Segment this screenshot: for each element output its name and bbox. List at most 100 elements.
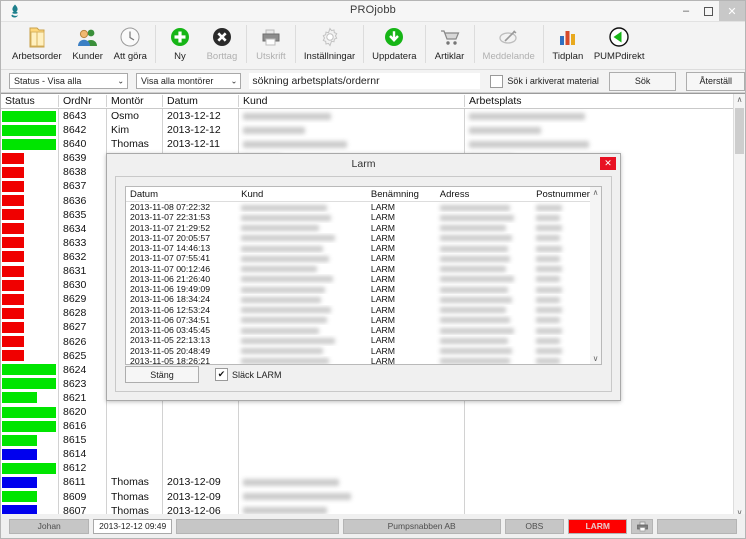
table-row[interactable]: 8612: [1, 461, 745, 476]
larm-row[interactable]: 2013-11-08 07:22:32 LARM: [126, 202, 601, 212]
cell-kund: [239, 461, 465, 476]
larm-scroll-down-icon[interactable]: ∨: [590, 353, 601, 364]
toolbar-att-gora[interactable]: Att göra: [109, 22, 152, 67]
larm-column-header-benamning[interactable]: Benämning: [367, 189, 436, 200]
cell-ordnr: 8620: [59, 404, 107, 420]
redacted-text: [536, 327, 563, 334]
toolbar-installningar[interactable]: Inställningar: [299, 22, 360, 67]
larm-column-header-kund[interactable]: Kund: [237, 189, 367, 200]
status-larm[interactable]: LARM: [568, 518, 628, 534]
cell-ordnr: 8623: [59, 376, 107, 391]
larm-row[interactable]: 2013-11-05 22:13:13 LARM: [126, 335, 601, 345]
table-row[interactable]: 8620: [1, 404, 745, 420]
redacted-text: [536, 245, 563, 252]
larm-row[interactable]: 2013-11-06 18:34:24 LARM: [126, 294, 601, 304]
status-obs[interactable]: OBS: [504, 518, 565, 534]
column-header-montor[interactable]: Montör: [107, 95, 163, 107]
column-header-datum[interactable]: Datum: [163, 95, 239, 107]
larm-row[interactable]: 2013-11-07 07:55:41 LARM: [126, 253, 601, 263]
toolbar-kunder[interactable]: Kunder: [67, 22, 109, 67]
search-input[interactable]: sökning arbetsplats/ordernr: [249, 73, 481, 89]
cell-montor: Kim: [107, 123, 163, 138]
slack-larm-checkbox[interactable]: ✔: [215, 368, 228, 381]
larm-row[interactable]: 2013-11-07 00:12:46 LARM: [126, 264, 601, 274]
larm-row[interactable]: 2013-11-06 12:53:24 LARM: [126, 305, 601, 315]
table-row[interactable]: 8614: [1, 447, 745, 462]
larm-row[interactable]: 2013-11-06 21:26:40 LARM: [126, 274, 601, 284]
larm-cell-benamning: LARM: [370, 345, 396, 356]
table-row[interactable]: 8615: [1, 433, 745, 448]
cell-ordnr: 8635: [59, 207, 107, 222]
status-filter-select[interactable]: Status - Visa alla ⌄: [9, 73, 129, 89]
redacted-text: [536, 214, 561, 221]
cell-kund: [239, 489, 465, 504]
column-header-ordnr[interactable]: OrdNr: [59, 95, 107, 107]
cell-ordnr: 8639: [59, 151, 107, 166]
toolbar-artiklar[interactable]: Artiklar: [429, 22, 471, 67]
column-header-status[interactable]: Status: [1, 95, 59, 107]
printer-icon: [259, 24, 283, 50]
larm-close-button[interactable]: Stäng: [125, 366, 199, 383]
larm-grid-body[interactable]: 2013-11-08 07:22:32 LARM 2013-11-07 22:31:…: [126, 202, 601, 364]
table-row[interactable]: 8643 Osmo 2013-12-12: [1, 109, 745, 124]
larm-row[interactable]: 2013-11-06 07:34:51 LARM: [126, 315, 601, 325]
minimize-button[interactable]: –: [675, 1, 697, 21]
larm-row[interactable]: 2013-11-06 03:45:45 LARM: [126, 325, 601, 335]
larm-scroll-up-icon[interactable]: ∧: [590, 187, 601, 198]
cell-ordnr: 8634: [59, 221, 107, 236]
reset-button[interactable]: Återställ: [686, 71, 745, 91]
status-badge: [2, 406, 56, 418]
toolbar-utskrift[interactable]: Utskrift: [250, 22, 292, 67]
archive-checkbox[interactable]: [490, 74, 504, 88]
larm-row[interactable]: 2013-11-06 19:49:09 LARM: [126, 284, 601, 294]
grid-vertical-scrollbar[interactable]: ∧ ∨: [733, 94, 745, 518]
toolbar-uppdatera[interactable]: Uppdatera: [367, 22, 421, 67]
larm-dialog-close-button[interactable]: ✕: [600, 157, 616, 170]
scroll-up-icon[interactable]: ∧: [734, 94, 745, 105]
scrollbar-thumb[interactable]: [735, 108, 744, 154]
status-printer-button[interactable]: [631, 518, 653, 534]
toolbar-borttag[interactable]: Borttag: [201, 22, 243, 67]
toolbar-label: Borttag: [206, 51, 238, 62]
plus-circle-icon: [170, 24, 190, 50]
table-row[interactable]: 8640 Thomas 2013-12-11: [1, 137, 745, 152]
search-button[interactable]: Sök: [608, 71, 677, 91]
toolbar-tidplan[interactable]: Tidplan: [547, 22, 589, 67]
larm-row[interactable]: 2013-11-07 21:29:52 LARM: [126, 223, 601, 233]
cell-ordnr: 8611: [59, 475, 107, 490]
larm-column-header-adress[interactable]: Adress: [436, 189, 532, 200]
cell-montor: [107, 433, 163, 448]
status-cell: [1, 419, 59, 434]
larm-cell-kund: [237, 335, 367, 345]
larm-vertical-scrollbar[interactable]: ∧ ∨: [590, 187, 601, 364]
larm-row[interactable]: 2013-11-05 20:48:49 LARM: [126, 346, 601, 356]
close-button[interactable]: ✕: [719, 1, 745, 21]
slack-larm-checkbox-group[interactable]: ✔ Släck LARM: [215, 368, 282, 381]
redacted-text: [241, 307, 332, 314]
toolbar-arbetsorder[interactable]: Arbetsorder: [7, 22, 67, 67]
redacted-text: [439, 225, 506, 232]
archive-checkbox-group[interactable]: Sök i arkiverat material: [490, 74, 599, 88]
larm-column-header-datum[interactable]: Datum: [126, 189, 237, 200]
column-header-arbetsplats[interactable]: Arbetsplats: [465, 95, 740, 107]
larm-row[interactable]: 2013-11-07 22:31:53 LARM: [126, 212, 601, 222]
table-row[interactable]: 8611 Thomas 2013-12-09: [1, 475, 745, 490]
larm-row[interactable]: 2013-11-07 20:05:57 LARM: [126, 233, 601, 243]
larm-row[interactable]: 2013-11-07 14:46:13 LARM: [126, 243, 601, 253]
redacted-text: [536, 307, 563, 314]
table-row[interactable]: 8616: [1, 419, 745, 434]
status-cell: [1, 221, 59, 236]
toolbar-ny[interactable]: Ny: [159, 22, 201, 67]
table-row[interactable]: 8609 Thomas 2013-12-09: [1, 489, 745, 504]
redacted-text: [243, 479, 339, 487]
toolbar-pumpdirekt[interactable]: PUMPdirekt: [589, 22, 650, 67]
toolbar-meddelande[interactable]: Meddelande: [478, 22, 540, 67]
redacted-text: [243, 112, 331, 120]
redacted-text: [536, 266, 563, 273]
montor-filter-select[interactable]: Visa alla montörer ⌄: [136, 73, 242, 89]
maximize-button[interactable]: [697, 1, 719, 21]
column-header-kund[interactable]: Kund: [239, 95, 465, 107]
table-row[interactable]: 8642 Kim 2013-12-12: [1, 123, 745, 138]
larm-cell-kund: [237, 253, 367, 263]
larm-row[interactable]: 2013-11-05 18:26:21 LARM: [126, 356, 601, 364]
